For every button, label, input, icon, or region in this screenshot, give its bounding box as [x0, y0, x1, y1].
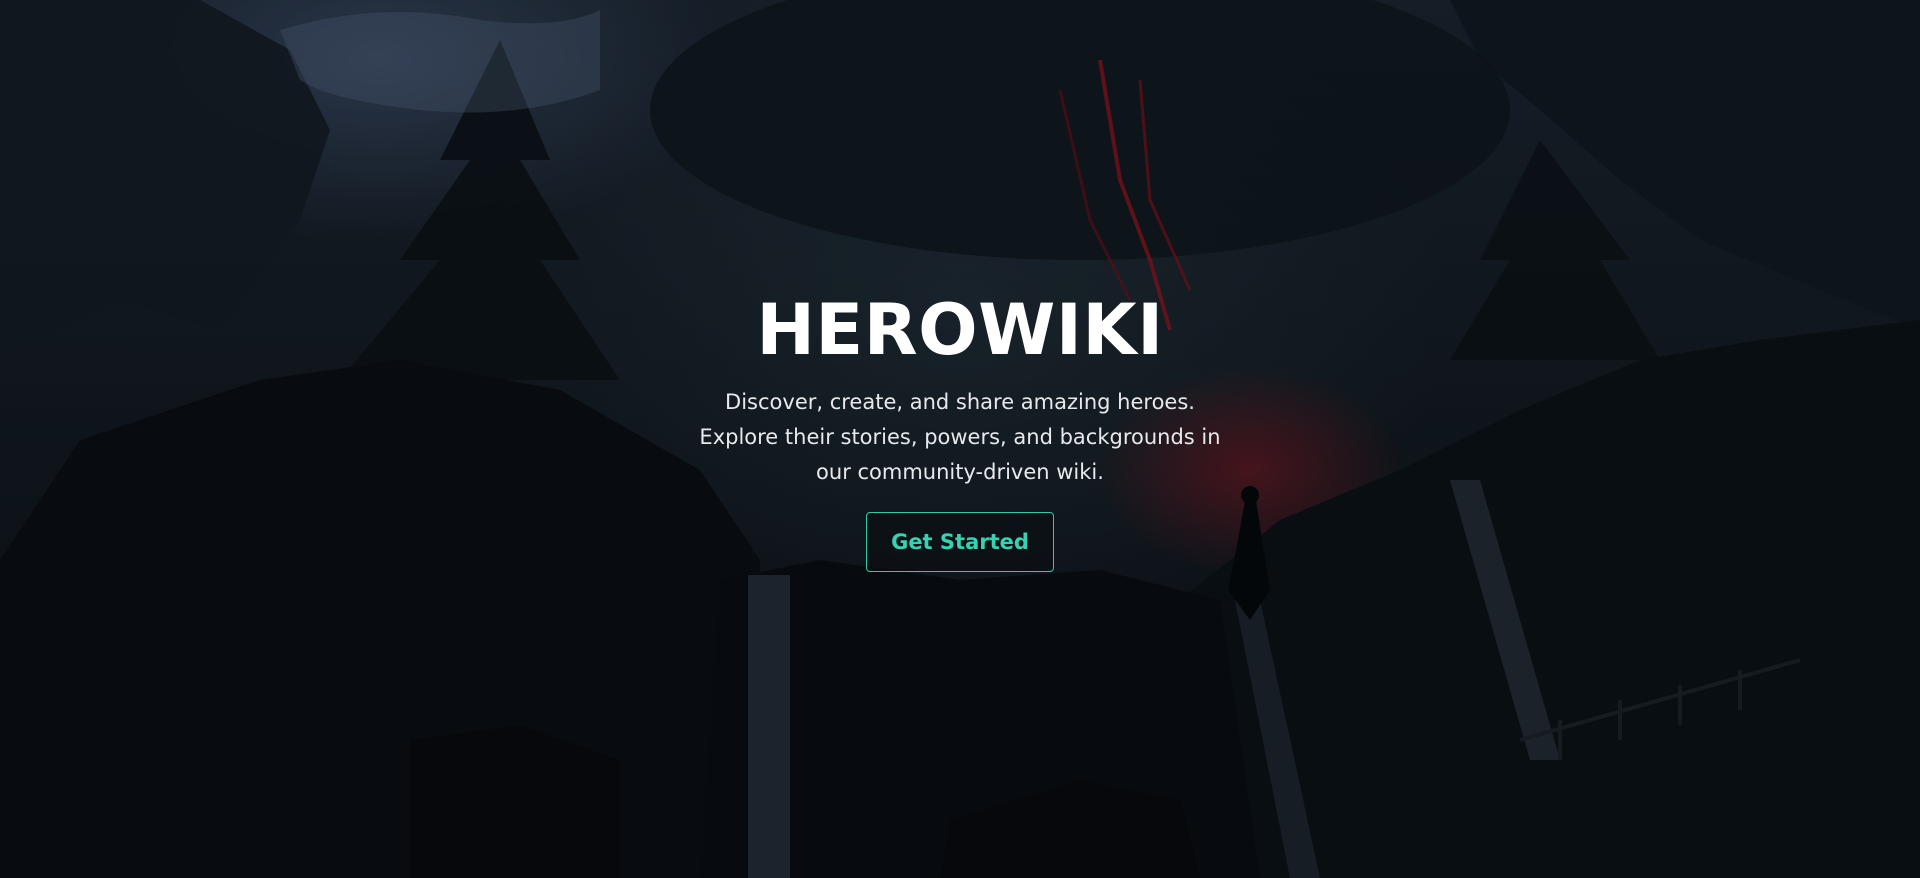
get-started-button[interactable]: Get Started: [866, 512, 1054, 572]
hero-section: HEROWIKI Discover, create, and share ama…: [0, 0, 1920, 878]
hero-content: HEROWIKI Discover, create, and share ama…: [660, 285, 1260, 572]
site-title: HEROWIKI: [756, 289, 1164, 371]
hero-description: Discover, create, and share amazing hero…: [699, 390, 1221, 484]
